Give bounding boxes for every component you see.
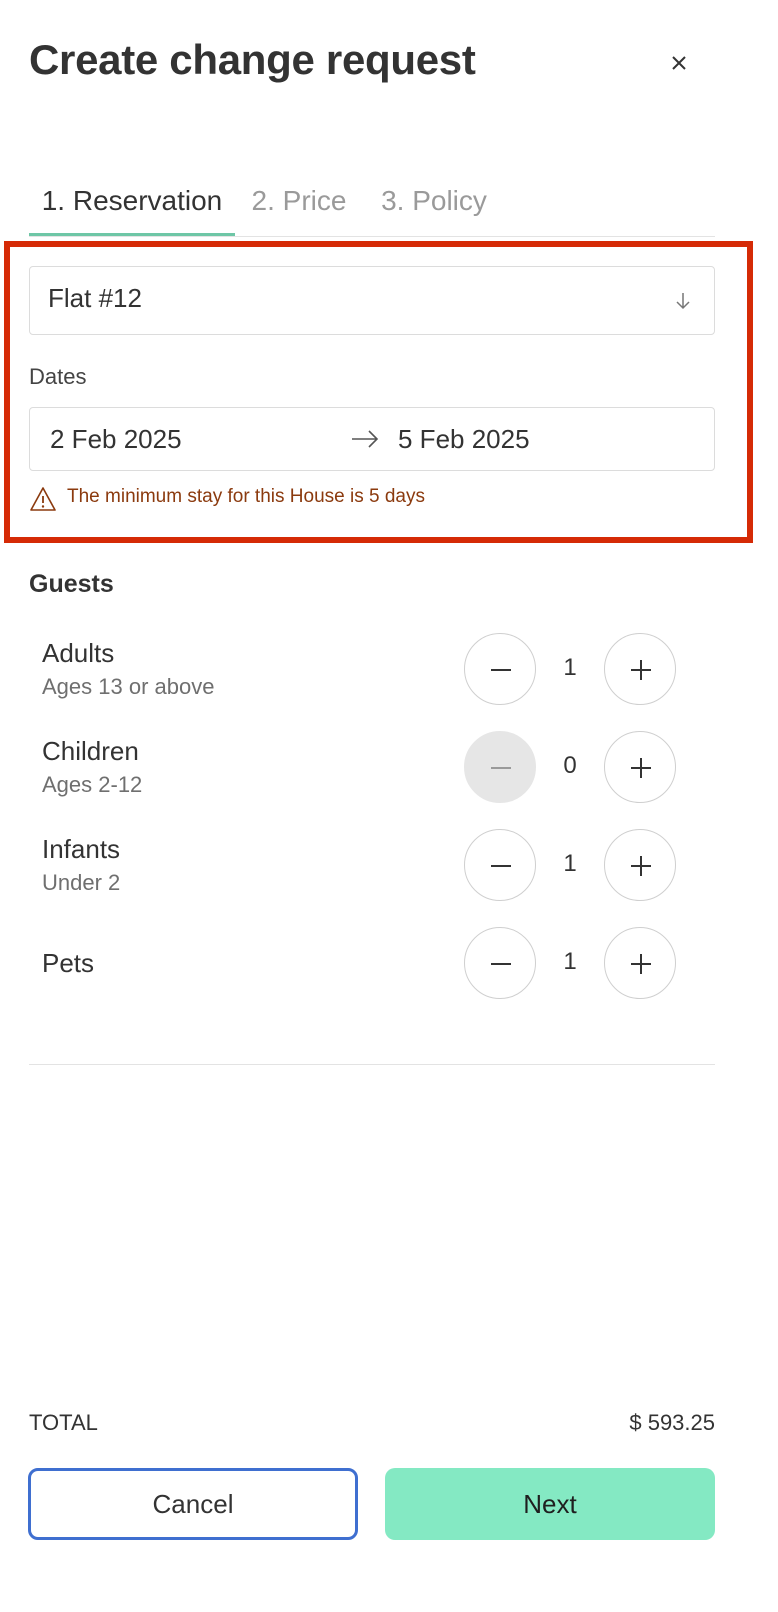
minus-icon bbox=[491, 865, 511, 867]
arrow-down-icon bbox=[674, 291, 692, 311]
dates-label: Dates bbox=[29, 364, 87, 389]
pets-decrement-button[interactable] bbox=[464, 927, 536, 999]
children-count: 0 bbox=[563, 752, 577, 779]
adults-count: 1 bbox=[563, 654, 577, 681]
adults-increment-button[interactable] bbox=[604, 633, 676, 705]
infants-decrement-button[interactable] bbox=[464, 829, 536, 901]
divider bbox=[29, 1064, 715, 1065]
guest-row-label: Adults bbox=[42, 638, 115, 668]
warning-icon bbox=[29, 486, 57, 512]
guest-row-label: Children bbox=[42, 736, 139, 766]
children-increment-button[interactable] bbox=[604, 731, 676, 803]
property-select-value: Flat #12 bbox=[48, 283, 142, 313]
start-date[interactable]: 2 Feb 2025 bbox=[50, 424, 182, 455]
minus-icon bbox=[491, 963, 511, 965]
pets-count: 1 bbox=[563, 948, 577, 975]
tab-policy[interactable]: 3. Policy bbox=[379, 184, 489, 236]
minus-icon bbox=[491, 669, 511, 671]
pets-increment-button[interactable] bbox=[604, 927, 676, 999]
children-decrement-button[interactable] bbox=[464, 731, 536, 803]
date-range-field[interactable]: 2 Feb 2025 5 Feb 2025 bbox=[29, 407, 715, 471]
property-select[interactable]: Flat #12 bbox=[29, 266, 715, 335]
guests-title: Guests bbox=[29, 570, 114, 598]
minus-icon bbox=[491, 767, 511, 769]
tab-bar: 1. Reservation 2. Price 3. Policy bbox=[29, 184, 715, 237]
close-icon[interactable] bbox=[664, 48, 694, 78]
infants-count: 1 bbox=[563, 850, 577, 877]
infants-increment-button[interactable] bbox=[604, 829, 676, 901]
cancel-button[interactable]: Cancel bbox=[28, 1468, 358, 1540]
guest-row-sub: Ages 13 or above bbox=[42, 674, 215, 699]
guest-row-sub: Ages 2-12 bbox=[42, 772, 143, 797]
tab-price[interactable]: 2. Price bbox=[249, 184, 349, 236]
guest-row-label: Pets bbox=[42, 948, 95, 978]
next-button[interactable]: Next bbox=[385, 1468, 715, 1540]
tab-reservation[interactable]: 1. Reservation bbox=[29, 184, 235, 236]
guest-row-label: Infants bbox=[42, 834, 121, 864]
min-stay-warning: The minimum stay for this House is 5 day… bbox=[67, 486, 425, 507]
adults-decrement-button[interactable] bbox=[464, 633, 536, 705]
end-date[interactable]: 5 Feb 2025 bbox=[398, 424, 530, 455]
guest-row-sub: Under 2 bbox=[42, 870, 121, 895]
arrow-right-icon bbox=[350, 427, 380, 451]
total-value: $ 593.25 bbox=[629, 1410, 715, 1435]
total-label: TOTAL bbox=[29, 1410, 98, 1435]
dialog-title: Create change request bbox=[29, 36, 476, 83]
